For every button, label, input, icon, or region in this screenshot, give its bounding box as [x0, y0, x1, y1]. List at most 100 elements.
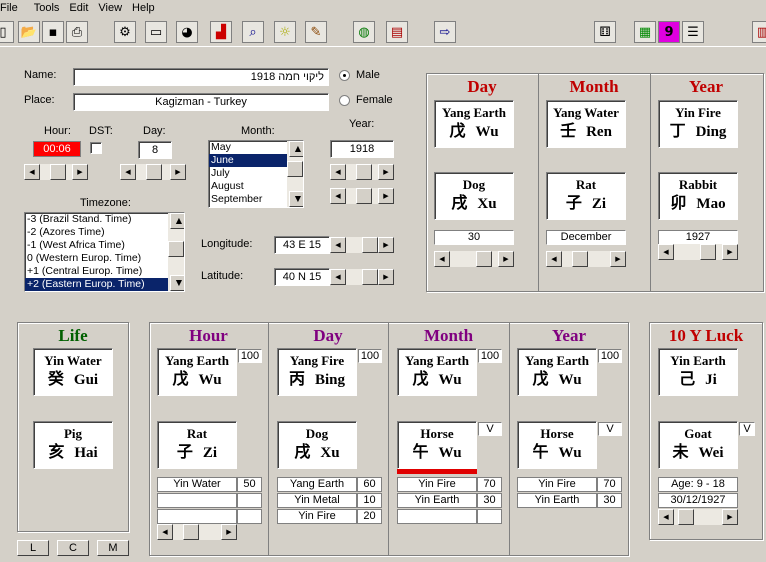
open-icon[interactable]: 📂	[18, 21, 40, 43]
hidden-stem-name: Yin Metal	[277, 493, 357, 508]
magnifier-icon[interactable]: ⌕	[242, 21, 264, 43]
divider	[538, 74, 539, 291]
month-list-scrollbar[interactable]: ▲ ▼	[287, 141, 303, 207]
menu-help[interactable]: Help	[128, 0, 161, 17]
book-red-icon[interactable]: ▥	[752, 21, 766, 43]
timezone-option[interactable]: -2 (Azores Time)	[25, 226, 184, 239]
year-score: 100	[598, 349, 622, 363]
month-branch-box[interactable]: Horse 午 Wu	[397, 421, 477, 469]
l-button[interactable]: L	[17, 540, 49, 556]
branch-pinyin: Zi	[591, 196, 607, 212]
month-luck-scrollbar[interactable]: ◀ ▶	[546, 251, 626, 267]
globe-icon[interactable]: ◍	[353, 21, 375, 43]
stem-box[interactable]: Yang Earth 戊 Wu	[434, 100, 514, 148]
latitude-scrollbar[interactable]: ◀ ▶	[330, 269, 394, 285]
menu-edit[interactable]: Edit	[65, 0, 94, 17]
branch-box[interactable]: Dog 戌 Xu	[434, 172, 514, 220]
hour-scrollbar[interactable]: ◀ ▶	[24, 164, 88, 180]
branch-name: Rat	[575, 177, 597, 192]
life-stem-box[interactable]: Yin Water 癸 Gui	[33, 348, 113, 396]
hour-branch-box[interactable]: Rat 子 Zi	[157, 421, 237, 469]
branch-box[interactable]: Rabbit 卯 Mao	[658, 172, 738, 220]
export-icon[interactable]: ⇨	[434, 21, 456, 43]
timezone-option[interactable]: -3 (Brazil Stand. Time)	[25, 213, 184, 226]
year-scrollbar-fine[interactable]: ◀ ▶	[330, 164, 394, 180]
name-input[interactable]: ליקוי חמה 1918	[73, 68, 329, 86]
month-option-selected[interactable]: June	[209, 154, 287, 167]
luck-stem-box[interactable]: Yin Earth 己 Ji	[658, 348, 738, 396]
day-input[interactable]: 8	[138, 141, 172, 159]
hour-input[interactable]: 00:06	[33, 141, 81, 157]
hidden-stem-value: 70	[477, 477, 502, 492]
list-icon[interactable]: ☰	[682, 21, 704, 43]
day-value-field[interactable]: 30	[434, 230, 514, 245]
stem-pinyin: Bing	[315, 372, 346, 388]
male-radio[interactable]: Male	[339, 69, 380, 82]
lightbulb-icon[interactable]: ☼	[274, 21, 296, 43]
luck-branch-box[interactable]: Goat 未 Wei	[658, 421, 738, 469]
menu-tools[interactable]: Tools	[24, 0, 66, 17]
hidden-stem-name	[397, 509, 477, 524]
stem-pinyin: Wu	[198, 372, 222, 388]
year-input[interactable]: 1918	[330, 140, 394, 158]
nine-icon[interactable]: 9	[658, 21, 680, 43]
luck-age: Age: 9 - 18	[658, 477, 738, 492]
place-label: Place:	[24, 94, 55, 106]
stem-box[interactable]: Yang Water 壬 Ren	[546, 100, 626, 148]
longitude-input[interactable]: 43 E 15	[274, 236, 330, 254]
day-branch-box[interactable]: Dog 戌 Xu	[277, 421, 357, 469]
year-luck-scrollbar[interactable]: ◀ ▶	[658, 244, 738, 260]
year-value-field[interactable]: 1927	[658, 230, 738, 245]
hour-pillar-scrollbar[interactable]: ◀ ▶	[157, 524, 237, 540]
place-input[interactable]: Kagizman - Turkey	[73, 93, 329, 111]
timezone-listbox[interactable]: -3 (Brazil Stand. Time) -2 (Azores Time)…	[24, 212, 185, 292]
top-pillar-title: Month	[569, 77, 619, 96]
timezone-list-scrollbar[interactable]: ▲ ▼	[168, 213, 184, 291]
female-radio-dot[interactable]	[339, 95, 350, 106]
branch-box[interactable]: Rat 子 Zi	[546, 172, 626, 220]
year-scrollbar-coarse[interactable]: ◀ ▶	[330, 188, 394, 204]
hidden-stem-value: 10	[357, 493, 382, 508]
c-button[interactable]: C	[57, 540, 89, 556]
menu-file[interactable]: File	[0, 0, 24, 17]
menu-view[interactable]: View	[94, 0, 128, 17]
book-icon[interactable]: ▤	[386, 21, 408, 43]
window-icon[interactable]: ▭	[145, 21, 167, 43]
stem-char: 己	[679, 369, 696, 388]
pillar-month-title: Month	[423, 326, 474, 345]
year-stem-box[interactable]: Yang Earth 戊 Wu	[517, 348, 597, 396]
male-radio-dot[interactable]	[339, 70, 350, 81]
latitude-input[interactable]: 40 N 15	[274, 268, 330, 286]
timezone-option[interactable]: -1 (West Africa Time)	[25, 239, 184, 252]
year-label: Year:	[349, 118, 375, 130]
female-radio[interactable]: Female	[339, 94, 393, 107]
chart-icon[interactable]: ▟	[210, 21, 232, 43]
year-branch-box[interactable]: Horse 午 Wu	[517, 421, 597, 469]
brush-icon[interactable]: ✎	[305, 21, 327, 43]
dice-icon[interactable]: ⚅	[594, 21, 616, 43]
luck-scrollbar[interactable]: ◀ ▶	[658, 509, 738, 525]
dst-checkbox[interactable]	[90, 142, 102, 154]
month-listbox[interactable]: May June July August September ▲ ▼	[208, 140, 304, 208]
month-value-field[interactable]: December	[546, 230, 626, 245]
life-branch-box[interactable]: Pig 亥 Hai	[33, 421, 113, 469]
longitude-scrollbar[interactable]: ◀ ▶	[330, 237, 394, 253]
day-stem-box[interactable]: Yang Fire 丙 Bing	[277, 348, 357, 396]
day-scrollbar[interactable]: ◀ ▶	[120, 164, 186, 180]
month-stem-box[interactable]: Yang Earth 戊 Wu	[397, 348, 477, 396]
save-icon[interactable]: ▪	[42, 21, 64, 43]
day-luck-scrollbar[interactable]: ◀ ▶	[434, 251, 514, 267]
new-icon[interactable]: ▯	[0, 21, 14, 43]
m-button[interactable]: M	[97, 540, 129, 556]
timezone-option[interactable]: 0 (Western Europ. Time)	[25, 252, 184, 265]
highlight-bar	[397, 469, 477, 474]
timezone-option[interactable]: +1 (Central Europ. Time)	[25, 265, 184, 278]
timezone-option-selected[interactable]: +2 (Eastern Europ. Time)	[25, 278, 168, 291]
grid-icon[interactable]: ▦	[634, 21, 656, 43]
stem-box[interactable]: Yin Fire 丁 Ding	[658, 100, 738, 148]
hour-stem-box[interactable]: Yang Earth 戊 Wu	[157, 348, 237, 396]
pillar-day-title: Day	[313, 326, 343, 345]
color-wheel-icon[interactable]: ◕	[176, 21, 198, 43]
print-icon[interactable]: ⎙	[66, 21, 88, 43]
settings-icon[interactable]: ⚙	[114, 21, 136, 43]
